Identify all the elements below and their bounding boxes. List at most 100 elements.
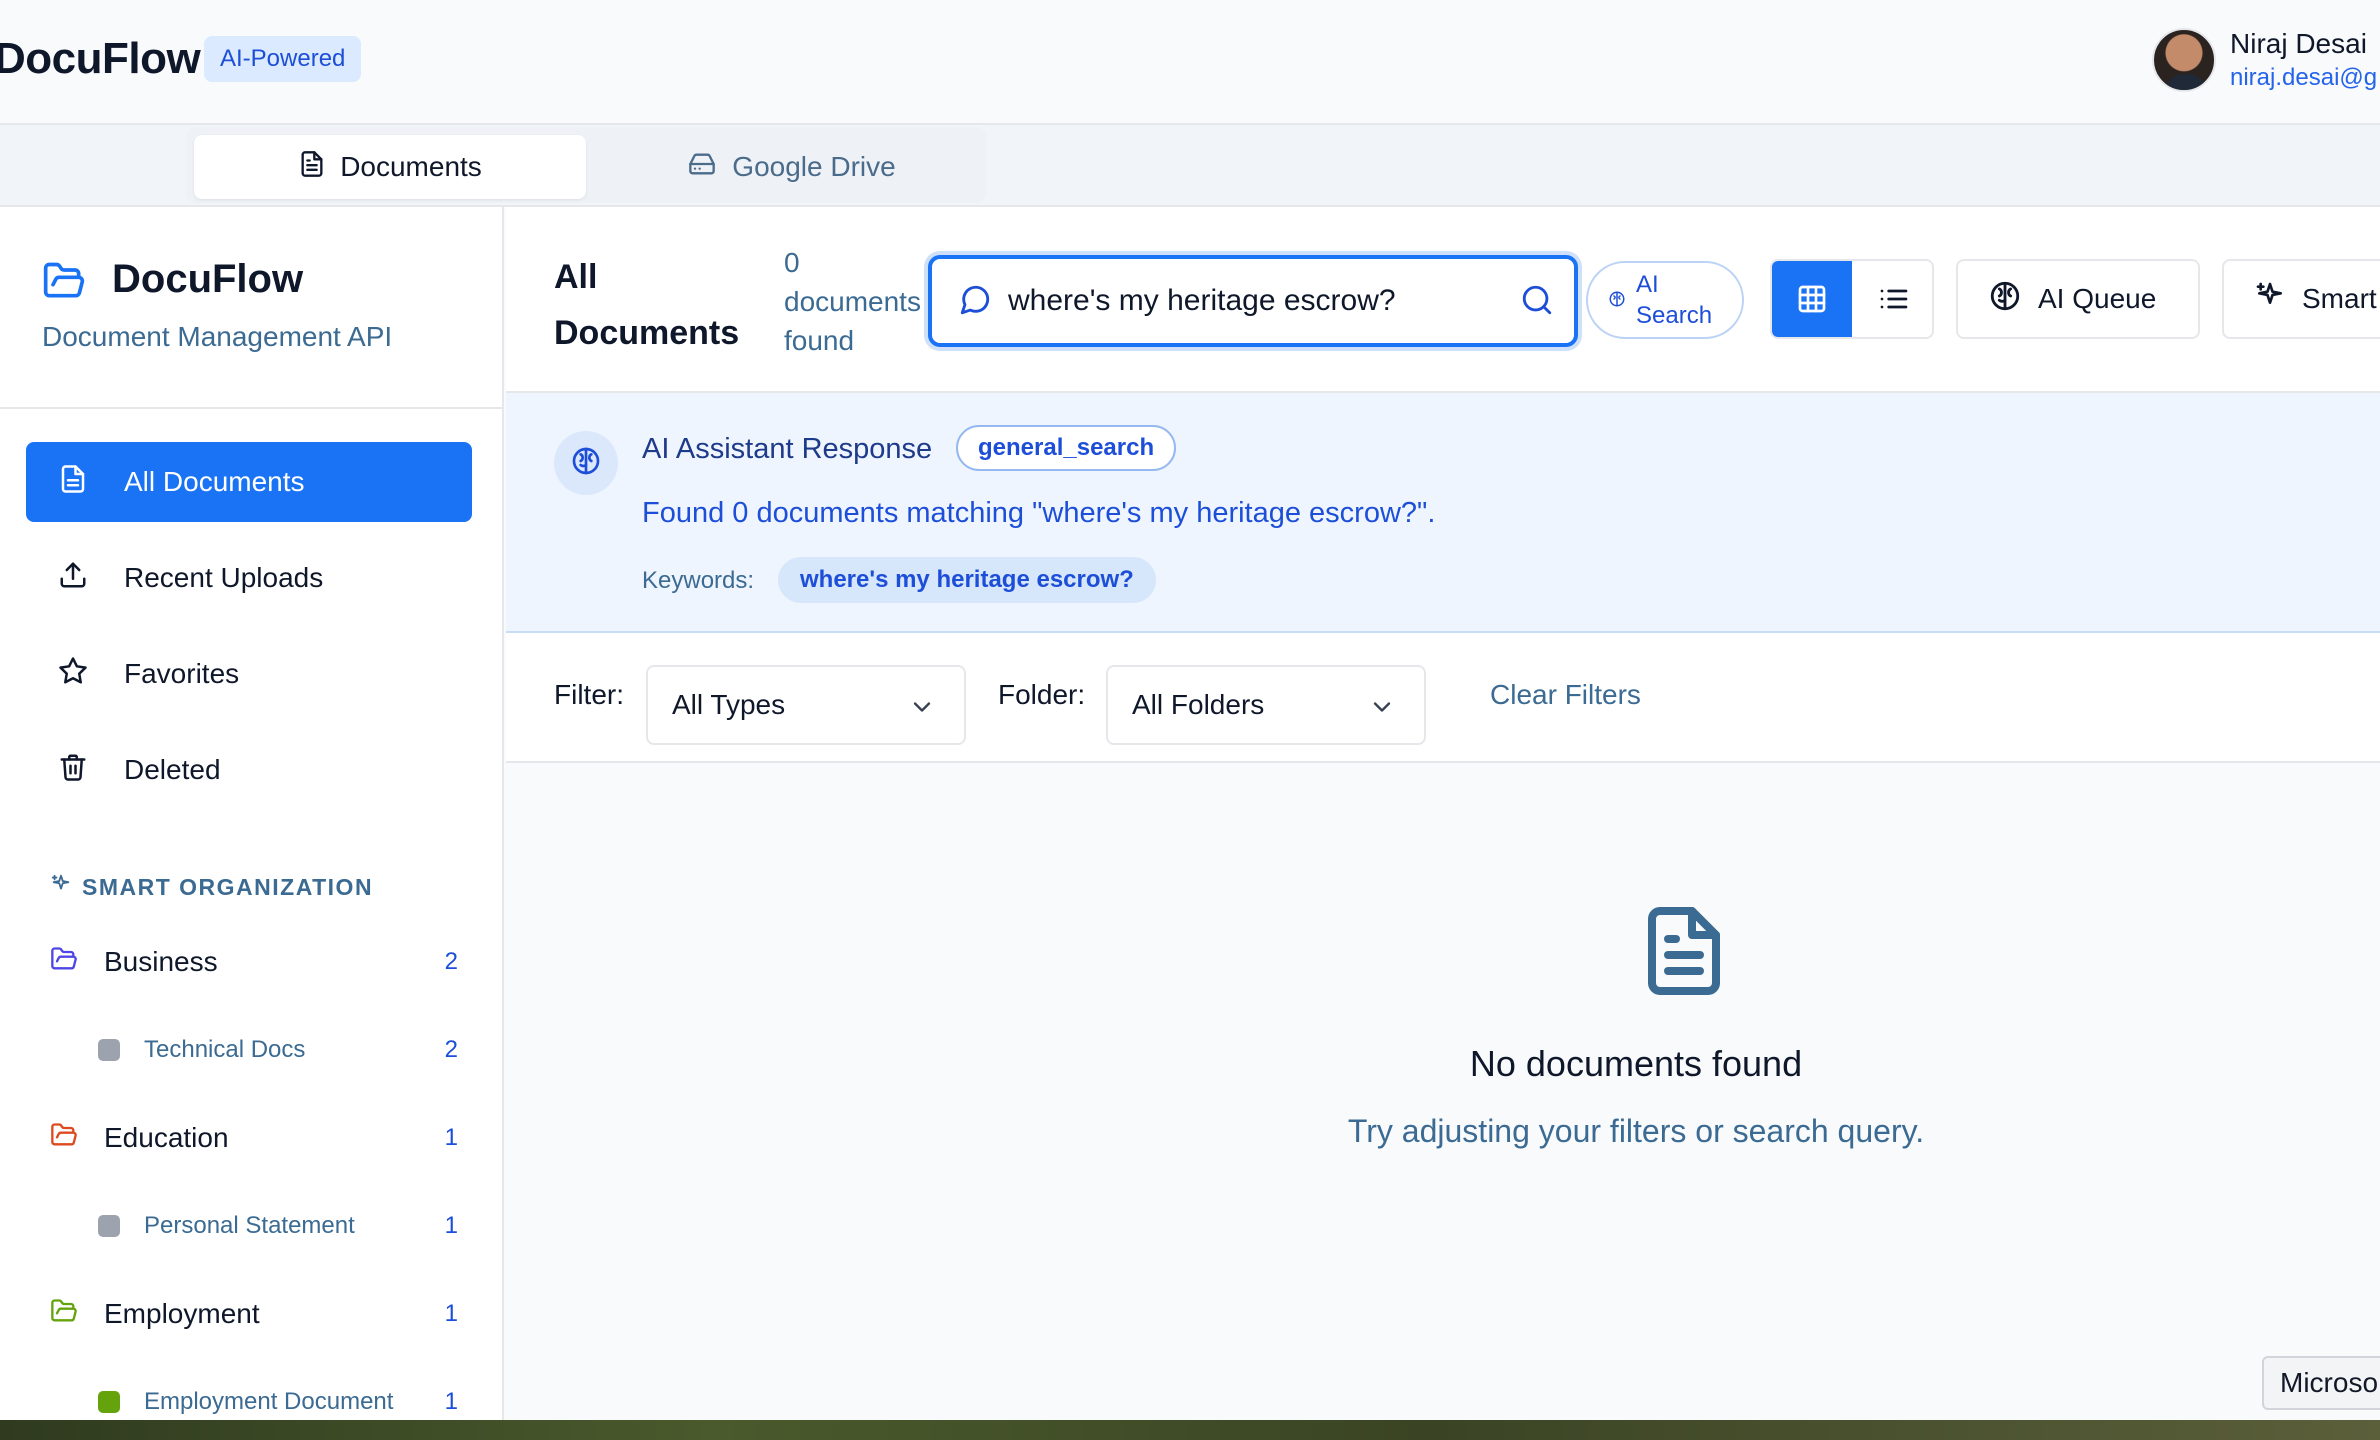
tab-google-drive-label: Google Drive: [732, 151, 896, 182]
clear-filters-link[interactable]: Clear Filters: [1490, 679, 1641, 711]
ai-avatar: [554, 431, 618, 495]
page-title: All Documents: [554, 258, 740, 352]
sparkles-icon: [50, 873, 72, 901]
folder-open-icon: [40, 259, 88, 308]
search-icon[interactable]: [1520, 283, 1554, 322]
ai-queue-label: AI Queue: [2038, 283, 2157, 314]
tab-documents-label: Documents: [340, 151, 482, 182]
sidebar-item-favorites[interactable]: Favorites: [26, 634, 472, 714]
sparkles-icon: [2254, 280, 2286, 319]
empty-state: No documents found Try adjusting your fi…: [506, 763, 2380, 1420]
sidebar-subtitle: Document Management API: [42, 321, 393, 352]
color-dot: [98, 1391, 120, 1413]
category-education[interactable]: Education 1: [48, 1118, 458, 1158]
file-text-icon: [298, 148, 326, 187]
subcategory-count: 2: [444, 1036, 458, 1063]
tab-google-drive[interactable]: Google Drive: [606, 135, 976, 199]
brain-icon: [570, 445, 602, 482]
list-icon: [1878, 283, 1910, 320]
color-dot: [98, 1215, 120, 1237]
ai-response-title: AI Assistant Response: [642, 433, 933, 465]
ai-search-label: AI Search: [1636, 271, 1713, 329]
brain-icon: [1608, 285, 1626, 316]
sidebar-item-recent-uploads[interactable]: Recent Uploads: [26, 538, 472, 618]
filter-label: Filter:: [554, 679, 624, 710]
chevron-down-icon: [908, 693, 936, 728]
brain-icon: [1988, 279, 2022, 320]
folder-filter-value: All Folders: [1132, 689, 1265, 720]
empty-state-title: No documents found: [1469, 1043, 1803, 1084]
message-circle-icon: [958, 283, 992, 322]
view-toggle: [1770, 259, 1934, 339]
smart-organize-button[interactable]: Smart: [2222, 259, 2380, 339]
top-header: DocuFlow AI-Powered Niraj Desai niraj.de…: [0, 0, 2380, 125]
empty-state-hint: Try adjusting your filters or search que…: [1347, 1113, 1925, 1149]
category-business[interactable]: Business 2: [48, 942, 458, 982]
sidebar-title: DocuFlow: [112, 257, 304, 301]
category-label: Education: [104, 1122, 229, 1153]
tab-group: Documents Google Drive: [186, 127, 986, 203]
folder-icon: [48, 1297, 80, 1332]
search-box[interactable]: [928, 255, 1578, 347]
grid-icon: [1796, 283, 1828, 320]
type-filter-value: All Types: [672, 689, 786, 720]
ai-search-button[interactable]: AI Search: [1586, 261, 1744, 339]
documents-toolbar: All Documents 0 documents found AI Searc…: [506, 207, 2380, 393]
ai-response-message: Found 0 documents matching "where's my h…: [642, 497, 1436, 529]
subcategory-label: Technical Docs: [144, 1036, 306, 1063]
trash-icon: [58, 752, 88, 789]
sidebar-item-label: Favorites: [124, 658, 240, 689]
category-count: 1: [444, 1300, 458, 1327]
hard-drive-icon: [686, 150, 718, 185]
app-window: DocuFlow AI-Powered Niraj Desai niraj.de…: [0, 0, 2380, 1420]
desktop-background: [0, 1420, 2380, 1440]
filter-bar: Filter: All Types Folder: All Folders Cl…: [506, 633, 2380, 763]
smart-organize-label: Smart: [2302, 283, 2377, 314]
list-view-button[interactable]: [1854, 261, 1932, 337]
user-name: Niraj Desai: [2230, 28, 2367, 59]
sidebar-item-label: All Documents: [124, 466, 305, 497]
subcategory-employment-document[interactable]: Employment Document 1: [98, 1384, 458, 1420]
taskbar-app-chip[interactable]: Microso: [2262, 1356, 2380, 1410]
keyword-chip[interactable]: where's my heritage escrow?: [778, 557, 1156, 603]
ai-powered-badge: AI-Powered: [204, 36, 362, 82]
smart-organization-label: SMART ORGANIZATION: [82, 873, 374, 900]
subcategory-count: 1: [444, 1212, 458, 1239]
category-label: Business: [104, 946, 218, 977]
star-icon: [58, 656, 88, 693]
sidebar-item-all-documents[interactable]: All Documents: [26, 442, 472, 522]
category-label: Employment: [104, 1298, 260, 1329]
keywords-label: Keywords:: [642, 567, 755, 594]
sidebar-item-label: Recent Uploads: [124, 562, 324, 593]
tab-bar: Documents Google Drive: [0, 125, 2380, 207]
ai-response-panel: AI Assistant Response general_search Fou…: [506, 393, 2380, 633]
tab-documents[interactable]: Documents: [194, 135, 586, 199]
subcategory-count: 1: [444, 1388, 458, 1415]
category-employment[interactable]: Employment 1: [48, 1294, 458, 1334]
grid-view-button[interactable]: [1772, 261, 1852, 337]
folder-label: Folder:: [998, 679, 1086, 710]
ai-queue-button[interactable]: AI Queue: [1956, 259, 2200, 339]
sidebar: DocuFlow Document Management API All Doc…: [0, 207, 504, 1420]
sidebar-item-deleted[interactable]: Deleted: [26, 730, 472, 810]
brand-logo[interactable]: DocuFlow: [0, 34, 201, 84]
sidebar-item-label: Deleted: [124, 754, 221, 785]
folder-icon: [48, 945, 80, 980]
sidebar-nav: All Documents Recent Uploads Favorites D…: [26, 442, 472, 826]
folder-filter-select[interactable]: All Folders: [1106, 665, 1426, 745]
file-text-icon: [58, 463, 88, 502]
user-email: niraj.desai@g: [2230, 64, 2378, 91]
folder-icon: [48, 1121, 80, 1156]
avatar[interactable]: [2152, 28, 2216, 92]
color-dot: [98, 1039, 120, 1061]
category-count: 1: [444, 1124, 458, 1151]
chevron-down-icon: [1368, 693, 1396, 728]
category-count: 2: [444, 948, 458, 975]
intent-badge: general_search: [956, 425, 1177, 471]
file-text-icon: [1636, 903, 1732, 1004]
document-count: 0 documents found: [784, 247, 921, 356]
search-input[interactable]: [1008, 273, 1508, 329]
type-filter-select[interactable]: All Types: [646, 665, 966, 745]
subcategory-personal-statement[interactable]: Personal Statement 1: [98, 1208, 458, 1244]
subcategory-technical-docs[interactable]: Technical Docs 2: [98, 1032, 458, 1068]
